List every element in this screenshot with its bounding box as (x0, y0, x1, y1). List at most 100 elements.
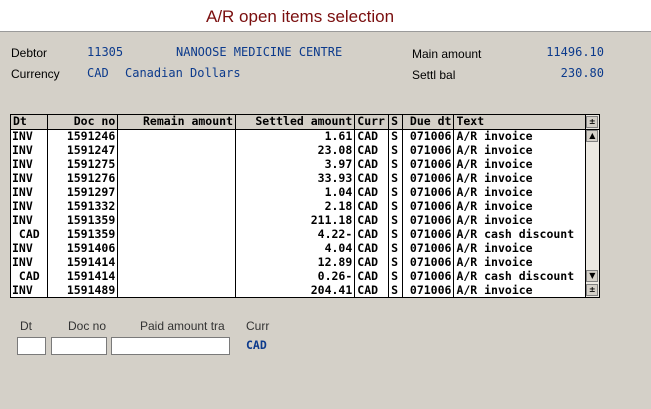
scrollbar-track[interactable]: ▼ (585, 269, 599, 283)
cell-dt: INV (11, 129, 48, 143)
col-s[interactable]: S (388, 115, 403, 130)
cell-s: S (388, 255, 403, 269)
col-dt[interactable]: Dt (11, 115, 48, 130)
cell-due-dt: 071006 (402, 269, 455, 283)
cell-text: A/R invoice (453, 129, 586, 143)
cell-settled-amount: 23.08 (235, 143, 356, 157)
table-row[interactable]: INV 1591414 12.89 CAD S 071006 A/R invoice (11, 255, 599, 269)
cell-curr: CAD (354, 143, 390, 157)
scroll-down-icon[interactable]: ▼ (586, 270, 599, 282)
cell-settled-amount: 1.61 (235, 129, 356, 143)
cell-settled-amount: 204.41 (235, 283, 356, 297)
cell-doc-no: 1591276 (47, 171, 119, 185)
table-row[interactable]: INV 1591332 2.18 CAD S 071006 A/R invoice (11, 199, 599, 213)
cell-remain-amount (117, 283, 236, 297)
cell-remain-amount (117, 185, 236, 199)
col-doc-no[interactable]: Doc no (47, 115, 119, 130)
debtor-name: NANOOSE MEDICINE CENTRE (176, 45, 343, 59)
cell-text: A/R invoice (453, 185, 586, 199)
doc-no-input[interactable] (51, 337, 107, 355)
cell-doc-no: 1591246 (47, 129, 119, 143)
scrollbar-track[interactable] (585, 213, 599, 227)
col-remain-amount[interactable]: Remain amount (117, 115, 236, 130)
scrollbar-track[interactable] (585, 171, 599, 185)
scroll-corner[interactable]: ± (585, 115, 599, 130)
scrollbar-track[interactable] (585, 227, 599, 241)
currency-name: Canadian Dollars (125, 66, 241, 80)
page-title: A/R open items selection (206, 7, 395, 26)
scroll-bottom-icon[interactable]: ± (586, 284, 599, 296)
cell-s: S (388, 171, 403, 185)
col-text[interactable]: Text (453, 115, 586, 130)
cell-settled-amount: 33.93 (235, 171, 356, 185)
cell-doc-no: 1591359 (47, 227, 119, 241)
cell-text: A/R invoice (453, 283, 586, 297)
table-row[interactable]: INV 1591275 3.97 CAD S 071006 A/R invoice (11, 157, 599, 171)
cell-dt: CAD (11, 269, 48, 283)
scrollbar-track[interactable] (585, 157, 599, 171)
cell-due-dt: 071006 (402, 241, 455, 255)
cell-due-dt: 071006 (402, 255, 455, 269)
cell-due-dt: 071006 (402, 227, 455, 241)
cell-dt: INV (11, 157, 48, 171)
table-row[interactable]: INV 1591489 204.41 CAD S 071006 A/R invoice ± (11, 283, 599, 297)
cell-doc-no: 1591359 (47, 213, 119, 227)
table-row[interactable]: INV 1591276 33.93 CAD S 071006 A/R invoice (11, 171, 599, 185)
scrollbar-track[interactable]: ▲ (585, 129, 599, 143)
cell-text: A/R invoice (453, 171, 586, 185)
currency-code: CAD (87, 66, 109, 80)
cell-dt: INV (11, 283, 48, 297)
cell-remain-amount (117, 157, 236, 171)
cell-due-dt: 071006 (402, 171, 455, 185)
cell-settled-amount: 0.26- (235, 269, 356, 283)
table-row[interactable]: CAD 1591359 4.22- CAD S 071006 A/R cash discou… (11, 227, 599, 241)
scrollbar-track[interactable] (585, 241, 599, 255)
table-row[interactable]: INV 1591359 211.18 CAD S 071006 A/R invoice (11, 213, 599, 227)
col-settled-amount[interactable]: Settled amount (235, 115, 356, 130)
cell-text: A/R invoice (453, 255, 586, 269)
scroll-both-icon[interactable]: ± (586, 115, 599, 128)
entry-curr-label: Curr (246, 319, 270, 333)
debtor-label: Debtor (11, 46, 48, 60)
cell-remain-amount (117, 269, 236, 283)
table-row[interactable]: CAD 1591414 0.26- CAD S 071006 A/R cash discou… (11, 269, 599, 283)
table-row[interactable]: INV 1591247 23.08 CAD S 071006 A/R invoice (11, 143, 599, 157)
dt-input[interactable] (17, 337, 46, 355)
cell-dt: INV (11, 171, 48, 185)
cell-s: S (388, 241, 403, 255)
entry-curr-value: CAD (246, 338, 267, 352)
cell-due-dt: 071006 (402, 199, 455, 213)
scrollbar-track[interactable] (585, 185, 599, 199)
settl-bal-label: Settl bal (412, 68, 456, 82)
cell-dt: INV (11, 241, 48, 255)
open-items-grid[interactable]: Dt Doc no Remain amount Settled amount C… (10, 114, 600, 298)
scroll-up-icon[interactable]: ▲ (586, 130, 599, 143)
cell-s: S (388, 227, 403, 241)
scrollbar-track[interactable] (585, 143, 599, 157)
currency-label: Currency (11, 67, 60, 81)
scrollbar-track[interactable] (585, 199, 599, 213)
cell-s: S (388, 269, 403, 283)
cell-dt: INV (11, 185, 48, 199)
table-row[interactable]: INV 1591406 4.04 CAD S 071006 A/R invoice (11, 241, 599, 255)
cell-remain-amount (117, 213, 236, 227)
col-due-dt[interactable]: Due dt (402, 115, 455, 130)
cell-s: S (388, 213, 403, 227)
cell-dt: INV (11, 255, 48, 269)
scrollbar-track[interactable] (585, 255, 599, 269)
col-curr[interactable]: Curr (354, 115, 390, 130)
paid-amount-input[interactable] (111, 337, 230, 355)
table-row[interactable]: INV 1591246 1.61 CAD S 071006 A/R invoice ▲ (11, 129, 599, 143)
settl-bal-value: 230.80 (560, 66, 604, 80)
cell-curr: CAD (354, 171, 390, 185)
cell-text: A/R invoice (453, 213, 586, 227)
scrollbar-track[interactable]: ± (585, 283, 599, 297)
cell-curr: CAD (354, 199, 390, 213)
cell-doc-no: 1591247 (47, 143, 119, 157)
cell-text: A/R invoice (453, 157, 586, 171)
cell-remain-amount (117, 171, 236, 185)
cell-doc-no: 1591406 (47, 241, 119, 255)
cell-s: S (388, 185, 403, 199)
table-row[interactable]: INV 1591297 1.04 CAD S 071006 A/R invoice (11, 185, 599, 199)
cell-remain-amount (117, 255, 236, 269)
